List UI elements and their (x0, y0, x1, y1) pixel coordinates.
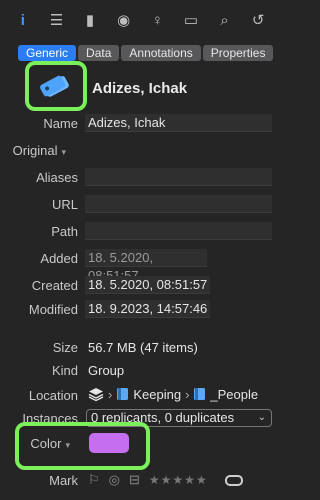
lock-icon[interactable]: ⊟ (129, 472, 140, 488)
location-part-keeping: Keeping (133, 386, 182, 402)
added-field: 18. 5.2020, 08:51:57 (85, 249, 207, 283)
path-label: Path (51, 224, 78, 239)
history-icon[interactable]: ↺ (247, 9, 269, 31)
color-label[interactable]: Color ▾ (0, 436, 70, 451)
created-field[interactable]: 18. 5.2020, 08:51:57 (85, 276, 210, 294)
chat-icon[interactable]: ▭ (180, 9, 202, 31)
document-icon[interactable]: ▮ (79, 9, 101, 31)
label-pill-icon[interactable] (224, 474, 243, 486)
location-path[interactable]: › Keeping › _People (88, 386, 258, 402)
inspector-tabs: Generic Data Annotations Properties (18, 45, 274, 61)
created-label: Created (31, 278, 78, 293)
aliases-field[interactable] (85, 168, 272, 186)
aliases-label: Aliases (36, 170, 78, 185)
path-field[interactable] (85, 222, 272, 240)
size-value: 56.7 MB (47 items) (88, 340, 198, 355)
mark-label: Mark (49, 473, 78, 488)
modified-field[interactable]: 18. 9.2023, 14:57:46 (85, 300, 210, 318)
url-field[interactable] (85, 195, 272, 213)
record-title: Adizes, Ichak (92, 80, 188, 97)
chevron-down-icon: ▾ (61, 147, 66, 157)
unread-icon[interactable]: ◎ (109, 472, 120, 488)
size-label: Size (52, 340, 78, 355)
flag-icon[interactable]: ⚐ (88, 472, 100, 488)
breadcrumb-separator-icon: › (108, 386, 113, 402)
color-swatch[interactable] (89, 433, 129, 453)
mark-controls: ⚐ ◎ ⊟ ★★★★★ (88, 472, 243, 488)
breadcrumb-separator-icon: › (185, 386, 190, 402)
chevron-down-icon: ⌄ (257, 412, 266, 423)
rating-stars[interactable]: ★★★★★ (149, 473, 208, 487)
chevron-down-icon: ▾ (65, 440, 70, 450)
original-label-text: Original (12, 143, 58, 158)
search-icon[interactable]: ⌕ (214, 9, 236, 31)
tab-annotations[interactable]: Annotations (121, 45, 201, 61)
modified-label: Modified (28, 302, 78, 317)
tab-properties[interactable]: Properties (202, 45, 274, 61)
name-field[interactable]: Adizes, Ichak (85, 114, 272, 132)
database-layers-icon (88, 388, 104, 402)
tab-data[interactable]: Data (78, 45, 120, 61)
original-label[interactable]: Original ▾ (0, 143, 66, 158)
url-label: URL (51, 197, 78, 212)
circle-icon[interactable]: ◉ (113, 9, 135, 31)
tab-generic[interactable]: Generic (18, 45, 77, 61)
record-icon-highlight (25, 61, 87, 111)
group-folder-icon (117, 388, 129, 400)
color-label-text: Color (30, 436, 62, 451)
kind-label: Kind (51, 363, 78, 378)
info-icon[interactable]: i (12, 9, 34, 31)
tag-icon (40, 75, 69, 97)
inspector-toolbar: i ☰ ▮ ◉ ♀ ▭ ⌕ ↺ (0, 0, 281, 40)
location-label: Location (28, 388, 78, 403)
lightbulb-icon[interactable]: ♀ (146, 9, 168, 31)
location-part-people: _People (210, 386, 259, 402)
name-label: Name (43, 116, 78, 131)
kind-value: Group (88, 363, 125, 378)
group-folder-icon (194, 388, 206, 400)
added-label: Added (40, 251, 78, 266)
list-icon[interactable]: ☰ (45, 9, 67, 31)
